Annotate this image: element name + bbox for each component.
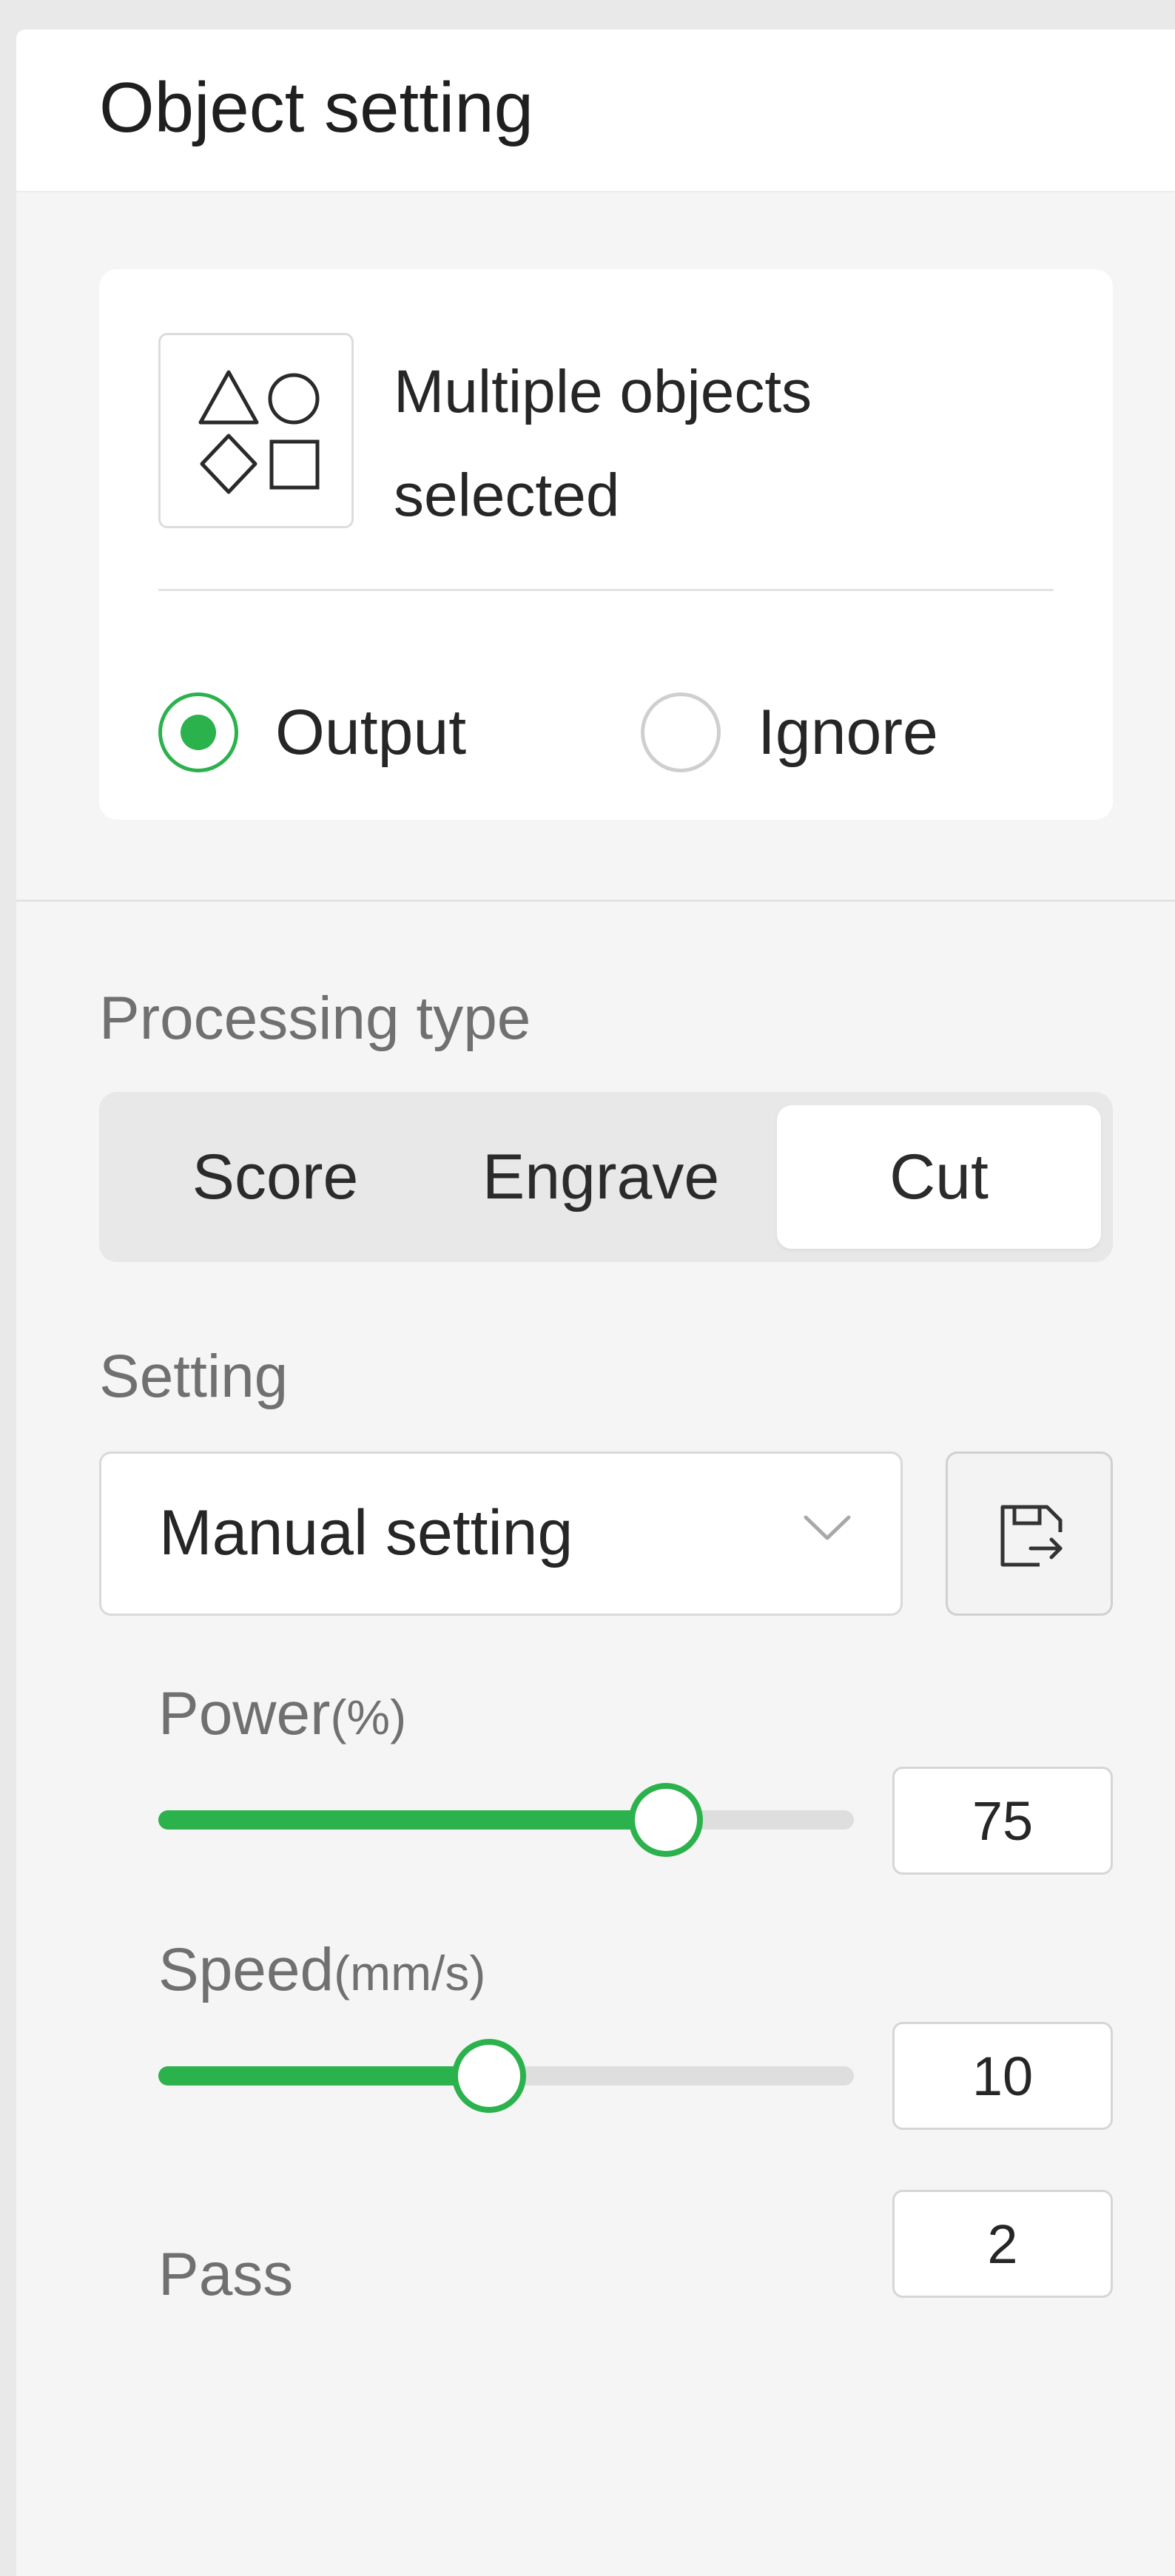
speed-input[interactable] [892, 2022, 1113, 2130]
panel-title: Object setting [99, 68, 533, 147]
power-slider-thumb[interactable] [629, 1783, 704, 1857]
power-input[interactable] [892, 1767, 1113, 1875]
pass-input[interactable] [892, 2190, 1113, 2298]
chevron-down-icon [804, 1515, 851, 1540]
power-slider[interactable] [158, 1783, 854, 1857]
power-unit: (%) [330, 1690, 407, 1744]
pass-label: Pass [158, 2241, 294, 2308]
save-preset-button[interactable] [946, 1451, 1113, 1616]
tab-cut[interactable]: Cut [777, 1105, 1101, 1249]
speed-label: Speed(mm/s) [158, 1940, 485, 2000]
output-radio[interactable]: Output [158, 692, 466, 772]
save-preset-icon [1000, 1505, 1063, 1567]
selection-description: Multiple objects selected [394, 358, 812, 529]
ignore-radio-circle[interactable] [641, 692, 721, 772]
ignore-radio-label: Ignore [758, 696, 938, 768]
power-label: Power(%) [158, 1684, 406, 1744]
output-radio-circle[interactable] [158, 692, 238, 772]
setting-label: Setting [99, 1343, 289, 1410]
card-divider [158, 589, 1054, 591]
power-slider-fill [158, 1810, 667, 1830]
preset-select-value: Manual setting [159, 1497, 573, 1568]
speed-slider[interactable] [158, 2039, 854, 2113]
shapes-icon [158, 333, 354, 528]
speed-label-text: Speed [158, 1936, 334, 2003]
speed-unit: (mm/s) [334, 1946, 486, 2000]
processing-type-label: Processing type [99, 985, 531, 1052]
tab-engrave[interactable]: Engrave [438, 1105, 764, 1249]
section-divider [16, 900, 1175, 902]
output-radio-label: Output [275, 696, 467, 768]
processing-type-selector: Score Engrave Cut [99, 1092, 1113, 1262]
object-setting-panel: Object setting Multiple objects selected… [16, 30, 1175, 2576]
power-label-text: Power [158, 1680, 331, 1747]
speed-slider-thumb[interactable] [451, 2039, 526, 2113]
tab-score[interactable]: Score [112, 1105, 438, 1249]
speed-slider-fill [158, 2066, 489, 2086]
object-card: Multiple objects selected Output Ignore [99, 269, 1113, 820]
preset-select[interactable]: Manual setting [99, 1451, 903, 1616]
ignore-radio[interactable]: Ignore [641, 692, 938, 772]
panel-header: Object setting [16, 30, 1175, 192]
